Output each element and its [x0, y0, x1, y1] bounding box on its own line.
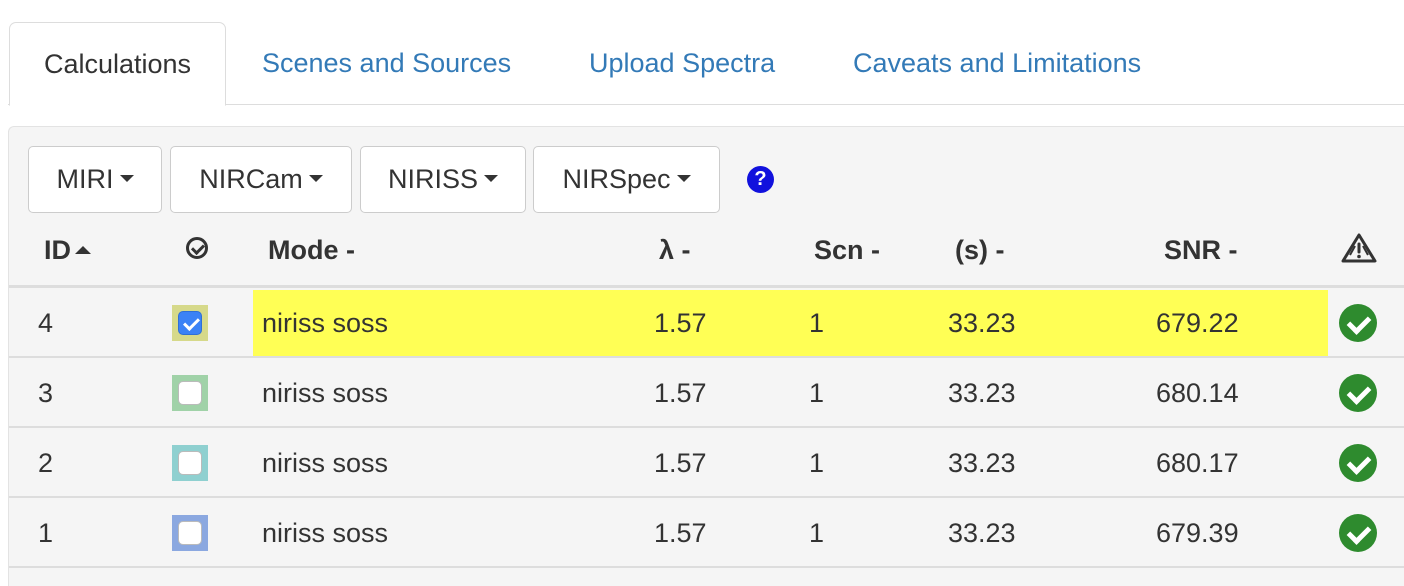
cell-id: 4 [38, 308, 54, 338]
cell-snr: 679.39 [1156, 518, 1239, 548]
dropdown-label: NIRSpec [562, 164, 671, 194]
dropdown-label: NIRCam [199, 164, 303, 194]
dropdown-label: NIRISS [387, 164, 479, 194]
row-select-checkbox[interactable] [172, 515, 208, 551]
row-select-checkbox[interactable] [172, 375, 208, 411]
table-row[interactable]: 2 niriss soss 1.57 1 33.23 680.17 [9, 428, 1404, 498]
row-select-checkbox[interactable] [172, 305, 208, 341]
cell-time: 33.23 [948, 308, 1016, 338]
caret-down-icon [484, 175, 499, 183]
cell-wavelength: 1.57 [654, 448, 707, 478]
nirspec-dropdown[interactable]: NIRSpec [533, 146, 720, 213]
column-header-label: SNR - [1164, 235, 1238, 265]
row-select-checkbox[interactable] [172, 445, 208, 481]
cell-snr: 680.14 [1156, 378, 1239, 408]
cell-id: 1 [38, 518, 54, 548]
caret-down-icon [119, 175, 134, 183]
tab-label: Scenes and Sources [262, 48, 512, 78]
check-circle-icon [1339, 444, 1377, 482]
tab-label: Upload Spectra [589, 48, 776, 78]
check-circle-outline-icon[interactable] [186, 237, 208, 259]
warning-triangle-icon [1341, 233, 1377, 263]
table-row[interactable]: 1 niriss soss 1.57 1 33.23 679.39 [9, 498, 1404, 568]
sort-ascending-icon [75, 245, 91, 254]
table-row[interactable]: 3 niriss soss 1.57 1 33.23 680.14 [9, 358, 1404, 428]
tab-bar: Calculations Scenes and Sources Upload S… [0, 0, 1404, 106]
dropdown-label: MIRI [56, 164, 114, 194]
column-header-label: ID [44, 235, 71, 265]
cell-wavelength: 1.57 [654, 378, 707, 408]
question-circle-icon[interactable]: ? [747, 166, 774, 193]
column-header-mode[interactable]: Mode - [268, 230, 355, 270]
cell-mode: niriss soss [262, 518, 389, 548]
tab-label: Caveats and Limitations [853, 48, 1142, 78]
table-row[interactable]: 4 niriss soss 1.57 1 33.23 679.22 [9, 288, 1404, 358]
column-header-label: Mode - [268, 235, 355, 265]
column-header-label: (s) - [955, 235, 1005, 265]
column-header-scene[interactable]: Scn - [814, 230, 880, 270]
check-circle-icon [1339, 304, 1377, 342]
caret-down-icon [676, 175, 691, 183]
cell-mode: niriss soss [262, 308, 389, 338]
cell-mode: niriss soss [262, 448, 389, 478]
check-circle-icon [1339, 514, 1377, 552]
column-header-label: Scn - [814, 235, 881, 265]
cell-id: 2 [38, 448, 54, 478]
column-header-label: λ - [659, 235, 691, 265]
cell-time: 33.23 [948, 448, 1016, 478]
cell-snr: 680.17 [1156, 448, 1239, 478]
tab-caveats-and-limitations[interactable]: Caveats and Limitations [853, 22, 1141, 105]
cell-wavelength: 1.57 [654, 308, 707, 338]
cell-wavelength: 1.57 [654, 518, 707, 548]
cell-scene: 1 [809, 518, 825, 548]
cell-scene: 1 [809, 448, 825, 478]
cell-id: 3 [38, 378, 54, 408]
column-header-snr[interactable]: SNR - [1164, 230, 1238, 270]
check-circle-icon [1339, 374, 1377, 412]
caret-down-icon [308, 175, 323, 183]
column-header-wavelength[interactable]: λ - [659, 230, 691, 270]
cell-scene: 1 [809, 308, 825, 338]
row-divider [9, 566, 1404, 568]
cell-time: 33.23 [948, 378, 1016, 408]
miri-dropdown[interactable]: MIRI [28, 146, 162, 213]
tab-upload-spectra[interactable]: Upload Spectra [589, 22, 775, 105]
cell-snr: 679.22 [1156, 308, 1239, 338]
cell-time: 33.23 [948, 518, 1016, 548]
tab-calculations[interactable]: Calculations [9, 22, 226, 106]
tab-label: Calculations [43, 49, 192, 79]
tab-scenes-and-sources[interactable]: Scenes and Sources [262, 22, 511, 105]
nircam-dropdown[interactable]: NIRCam [170, 146, 352, 213]
niriss-dropdown[interactable]: NIRISS [360, 146, 526, 213]
column-header-time[interactable]: (s) - [955, 230, 1005, 270]
column-header-id[interactable]: ID [44, 230, 91, 270]
cell-scene: 1 [809, 378, 825, 408]
cell-mode: niriss soss [262, 378, 389, 408]
